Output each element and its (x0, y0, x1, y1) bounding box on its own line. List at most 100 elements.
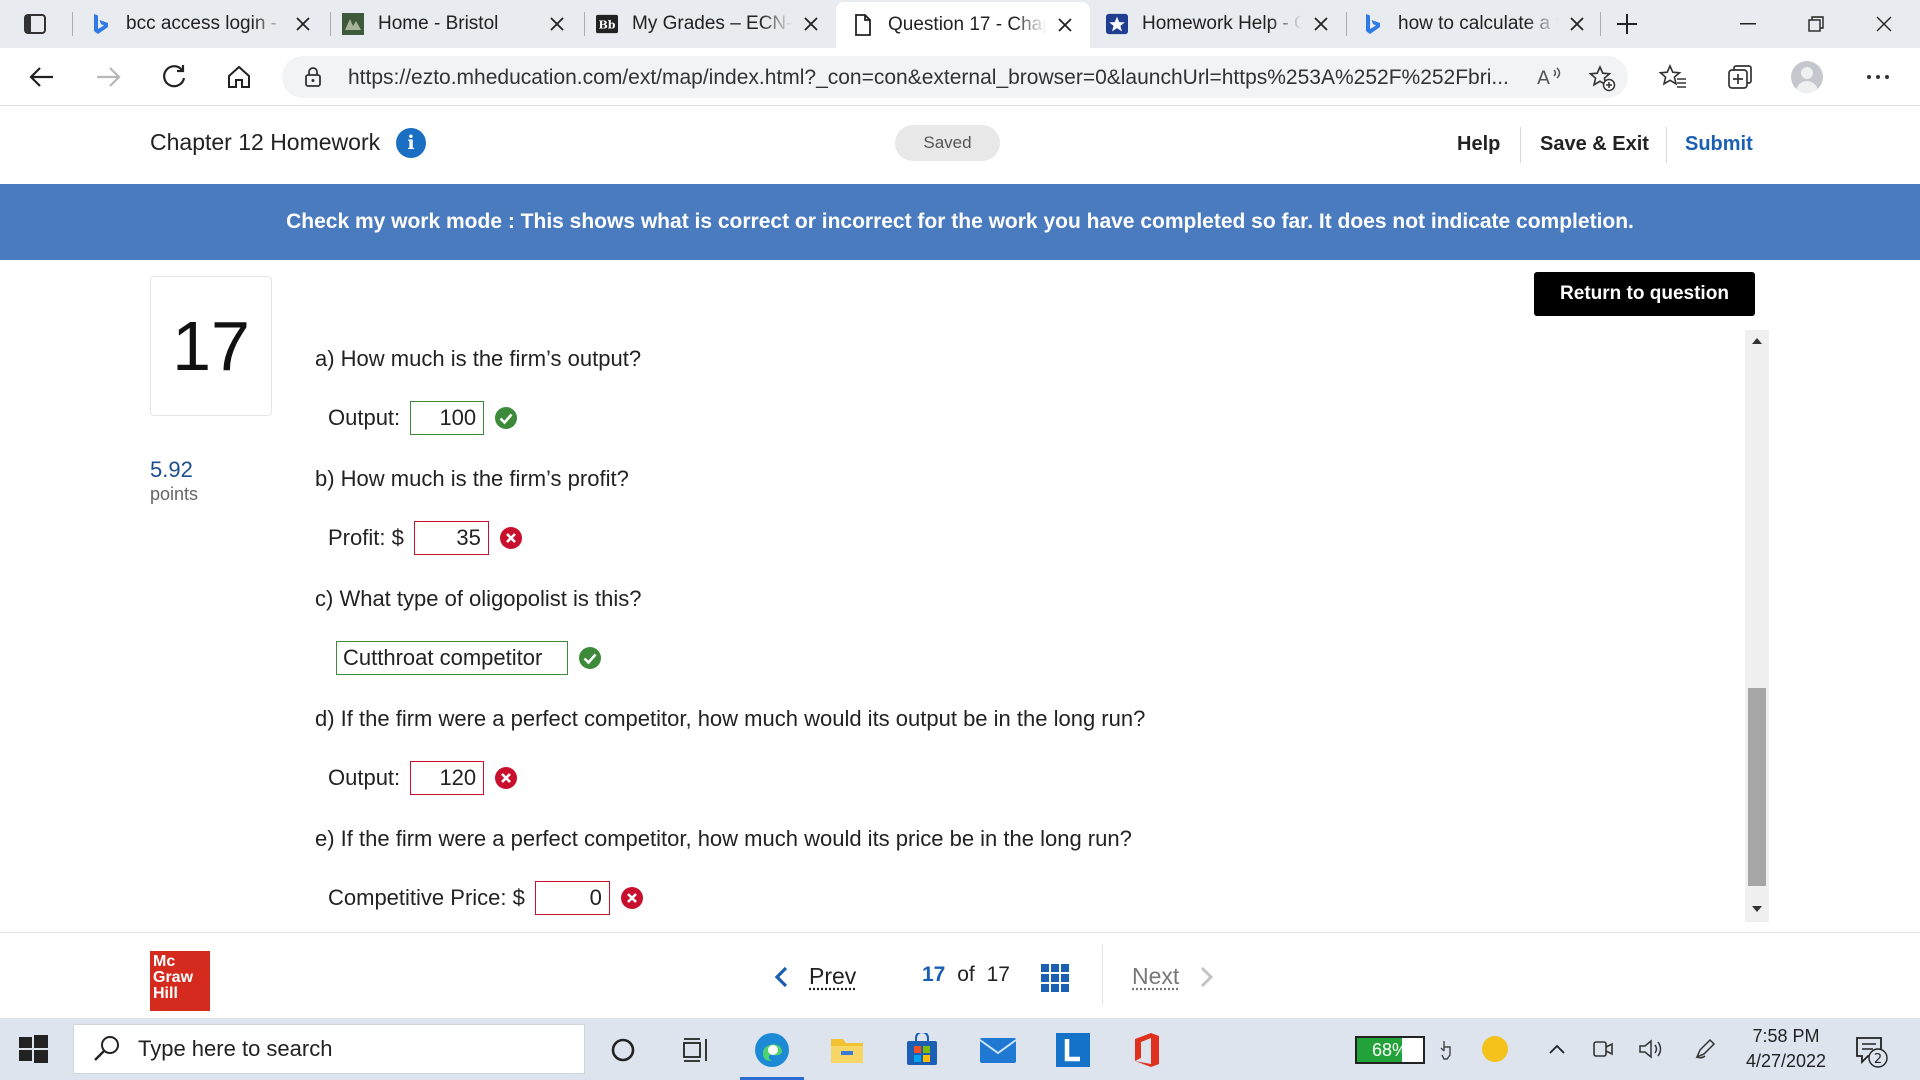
long-run-output-field[interactable]: 120 (410, 761, 485, 795)
file-explorer-icon[interactable] (827, 1030, 867, 1070)
add-favorite-icon[interactable] (1588, 64, 1616, 92)
submit-link[interactable]: Submit (1685, 133, 1753, 156)
check-my-work-banner: Check my work mode : This shows what is … (0, 184, 1920, 260)
close-icon[interactable] (1310, 13, 1332, 35)
svg-text:Bb: Bb (599, 19, 616, 32)
tab-my-grades[interactable]: Bb My Grades – ECN-1 (596, 6, 822, 42)
cortana-icon[interactable] (603, 1030, 643, 1070)
refresh-button[interactable] (154, 58, 194, 96)
prev-button[interactable]: Prev (773, 963, 856, 990)
home-button[interactable] (219, 58, 259, 96)
volume-icon[interactable] (1636, 1034, 1666, 1064)
assignment-header: Chapter 12 Homework i Saved Help Save & … (0, 107, 1920, 184)
system-clock[interactable]: 7:58 PM 4/27/2022 (1738, 1024, 1834, 1074)
collections-icon[interactable] (1722, 60, 1758, 94)
mail-icon[interactable] (978, 1030, 1018, 1070)
profile-avatar[interactable] (1791, 61, 1823, 93)
scroll-down-arrow-icon[interactable] (1750, 902, 1764, 916)
tab-separator (584, 12, 585, 36)
read-aloud-icon[interactable]: A (1536, 64, 1564, 90)
browser-toolbar: https://ezto.mheducation.com/ext/map/ind… (0, 48, 1920, 106)
tab-question-17[interactable]: Question 17 - Chap (836, 2, 1090, 48)
answer-row-a: Output: 100 (328, 401, 518, 435)
answer-row-b: Profit: $ 35 (328, 521, 523, 555)
scroll-up-arrow-icon[interactable] (1750, 334, 1764, 348)
banner-text: Check my work mode : This shows what is … (286, 210, 1634, 233)
page-indicator: 17 of 17 (922, 963, 1010, 987)
chevron-up-icon[interactable] (1542, 1034, 1572, 1064)
lock-icon[interactable] (302, 66, 324, 88)
points-value: 5.92 (150, 457, 193, 482)
profit-answer-field[interactable]: 35 (413, 521, 489, 555)
forward-button[interactable] (88, 58, 128, 96)
question-prompt-b: b) How much is the firm’s profit? (315, 466, 629, 491)
answer-label: Profit: $ (328, 525, 404, 550)
current-page: 17 (922, 963, 946, 986)
question-grid-icon[interactable] (1041, 964, 1069, 992)
url-text[interactable]: https://ezto.mheducation.com/ext/map/ind… (348, 66, 1509, 90)
tab-separator (1600, 12, 1601, 36)
save-exit-link[interactable]: Save & Exit (1540, 133, 1649, 156)
question-number: 17 (150, 276, 272, 416)
favorites-icon[interactable] (1655, 60, 1691, 94)
page-icon (852, 14, 874, 36)
windows-start-icon[interactable] (16, 1032, 50, 1066)
footer-separator (1102, 945, 1103, 1005)
pen-icon[interactable] (1690, 1034, 1720, 1064)
answer-label: Output: (328, 405, 401, 430)
browser-tab-strip: bcc access login - S Home - Bristol Bb M… (0, 0, 1920, 48)
blackboard-icon: Bb (596, 13, 618, 35)
windows-taskbar: Type here to search 68% 7:58 PM 4/27/202… (0, 1018, 1920, 1080)
output-answer-field[interactable]: 100 (410, 401, 485, 435)
tab-separator (330, 12, 331, 36)
return-to-question-button[interactable]: Return to question (1534, 272, 1755, 316)
close-window-button[interactable] (1856, 6, 1912, 42)
tab-how-to-calculate[interactable]: how to calculate a f (1362, 6, 1588, 42)
tab-bcc-access[interactable]: bcc access login - S (90, 6, 314, 42)
microsoft-store-icon[interactable] (902, 1030, 942, 1070)
weather-icon[interactable] (1480, 1034, 1510, 1064)
competitive-price-field[interactable]: 0 (534, 881, 610, 915)
incorrect-x-icon (499, 527, 522, 549)
tab-label: My Grades – ECN-1 (632, 13, 792, 34)
tab-actions-icon[interactable] (18, 10, 52, 38)
close-icon[interactable] (800, 13, 822, 35)
saved-status-badge: Saved (895, 125, 1000, 161)
restore-button[interactable] (1788, 6, 1844, 42)
office-icon[interactable] (1127, 1030, 1167, 1070)
tab-home-bristol[interactable]: Home - Bristol (342, 6, 568, 42)
more-options-icon[interactable] (1860, 60, 1896, 94)
header-separator (1520, 127, 1521, 163)
info-icon[interactable]: i (396, 128, 426, 158)
touch-tray-icon[interactable] (1432, 1034, 1462, 1064)
minimize-button[interactable] (1720, 6, 1776, 42)
task-view-icon[interactable] (676, 1030, 716, 1070)
edge-browser-icon[interactable] (740, 1030, 804, 1080)
next-button[interactable]: Next (1132, 963, 1215, 990)
back-button[interactable] (22, 58, 62, 96)
notification-count: 2 (1874, 1052, 1882, 1067)
bing-icon (90, 13, 112, 35)
close-icon[interactable] (292, 13, 314, 35)
meet-now-icon[interactable] (1588, 1034, 1618, 1064)
oligopolist-type-select[interactable]: Cutthroat competitor (336, 641, 568, 675)
question-prompt-d: d) If the firm were a perfect competitor… (315, 706, 1146, 731)
notification-center-icon[interactable]: 2 (1854, 1034, 1888, 1068)
clock-time: 7:58 PM (1752, 1026, 1820, 1046)
lync-app-icon[interactable] (1053, 1030, 1093, 1070)
close-icon[interactable] (1566, 13, 1588, 35)
help-link[interactable]: Help (1457, 133, 1500, 156)
battery-indicator[interactable]: 68% (1355, 1036, 1425, 1064)
tab-homework-help[interactable]: Homework Help - C (1106, 6, 1332, 42)
taskbar-search-box[interactable]: Type here to search (73, 1024, 585, 1074)
new-tab-button[interactable] (1612, 10, 1642, 38)
tab-separator (1346, 12, 1347, 36)
points-label: points (150, 484, 199, 504)
close-icon[interactable] (546, 13, 568, 35)
prev-label: Prev (809, 963, 857, 989)
incorrect-x-icon (495, 767, 518, 789)
close-icon[interactable] (1054, 14, 1076, 36)
scrollbar-thumb[interactable] (1748, 688, 1766, 886)
header-separator (1666, 127, 1667, 163)
address-bar[interactable]: https://ezto.mheducation.com/ext/map/ind… (282, 56, 1628, 98)
